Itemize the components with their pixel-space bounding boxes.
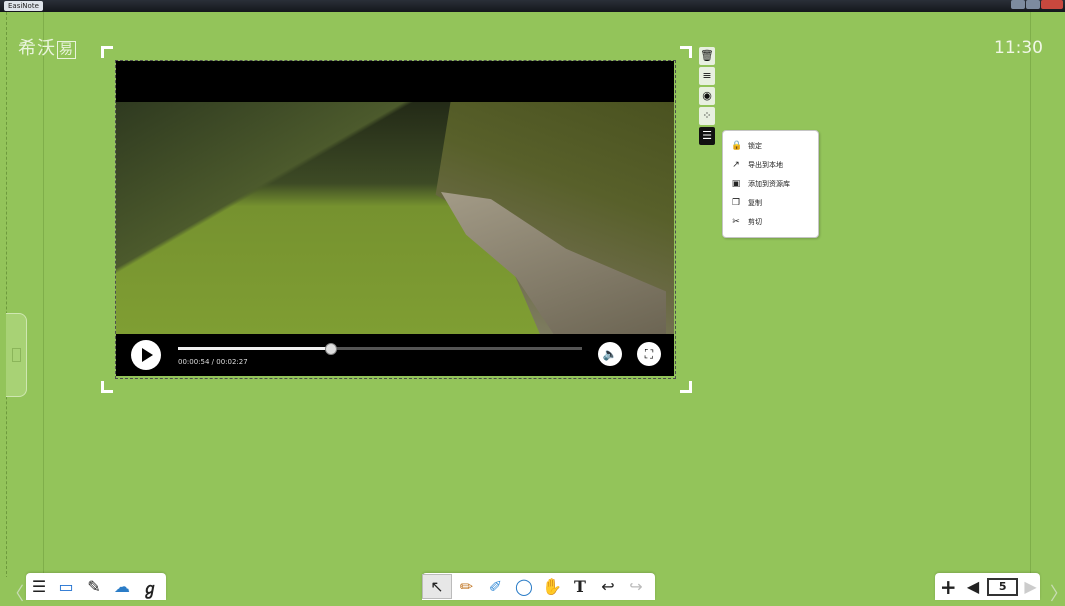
- next-page-edge-arrow[interactable]: 〉: [1050, 580, 1065, 606]
- text-tool-icon[interactable]: T: [566, 577, 594, 596]
- menu-item-copy[interactable]: ❐ 复制: [731, 194, 815, 212]
- minimize-button[interactable]: [1011, 0, 1025, 9]
- tools-icon[interactable]: ✎: [80, 577, 108, 596]
- seek-thumb[interactable]: [324, 343, 337, 355]
- seek-progress: [178, 347, 331, 350]
- seek-bar[interactable]: [178, 343, 582, 355]
- effects-icon[interactable]: ⁘: [699, 107, 715, 125]
- speaker-icon: 🔈: [602, 347, 618, 361]
- logo-text: 希沃: [18, 38, 56, 59]
- copy-icon: ❐: [731, 198, 741, 208]
- screen-icon[interactable]: ▭: [52, 577, 80, 596]
- logo-badge: 易: [57, 41, 76, 59]
- menu-item-label: 锁定: [748, 142, 762, 150]
- menu-item-cut[interactable]: ✂ 剪切: [731, 213, 815, 231]
- toolbar-right: + ◀ 5 ▶: [935, 573, 1040, 600]
- export-icon: ↗: [732, 160, 740, 170]
- clock: 11:30: [994, 38, 1043, 58]
- select-arrow-icon[interactable]: ↖: [422, 574, 452, 599]
- menu-icon[interactable]: ☰: [26, 577, 52, 596]
- fullscreen-button[interactable]: ⛶: [637, 342, 661, 366]
- brand-logo: 希沃易: [18, 34, 76, 60]
- context-menu: 🔒 锁定 ↗ 导出到本地 ▣ 添加到资源库 ❐ 复制 ✂ 剪切: [722, 130, 819, 238]
- side-panel-handle[interactable]: [6, 313, 27, 397]
- lock-icon: 🔒: [731, 141, 743, 151]
- trash-icon[interactable]: 🗑: [699, 47, 715, 65]
- menu-item-export[interactable]: ↗ 导出到本地: [731, 156, 815, 174]
- prev-page-edge-arrow[interactable]: 〈: [6, 580, 24, 606]
- menu-item-label: 添加到资源库: [748, 180, 790, 188]
- resize-handle-bottom-right[interactable]: [680, 381, 692, 393]
- cloud-icon[interactable]: ☁: [108, 577, 136, 596]
- menu-item-label: 剪切: [748, 218, 762, 226]
- grip-icon: [12, 348, 21, 362]
- close-button[interactable]: [1041, 0, 1063, 9]
- video-frame: [116, 102, 674, 334]
- video-player[interactable]: 00:00:54 / 00:02:27 🔈 ⛶: [116, 61, 674, 376]
- resize-handle-bottom-left[interactable]: [101, 381, 113, 393]
- page-indicator[interactable]: 5: [987, 577, 1018, 596]
- redo-icon[interactable]: ↪: [622, 577, 650, 596]
- align-icon[interactable]: ≡: [699, 67, 715, 85]
- camera-icon[interactable]: ◉: [699, 87, 715, 105]
- menu-item-lock[interactable]: 🔒 锁定: [731, 137, 815, 155]
- maximize-button[interactable]: [1026, 0, 1040, 9]
- resize-handle-top-right[interactable]: [680, 46, 692, 58]
- toolbar-left: ☰ ▭ ✎ ☁ ℊ: [26, 573, 166, 600]
- volume-button[interactable]: 🔈: [598, 342, 622, 366]
- time-display: 00:00:54 / 00:02:27: [178, 358, 248, 366]
- add-page-icon[interactable]: +: [935, 575, 962, 599]
- object-toolbar: 🗑 ≡ ◉ ⁘ ☰: [699, 47, 715, 147]
- pencil-icon[interactable]: ✏: [452, 577, 481, 596]
- shape-circle-icon[interactable]: ◯: [510, 577, 538, 596]
- pen-style-icon[interactable]: ℊ: [136, 575, 164, 599]
- menu-icon[interactable]: ☰: [699, 127, 715, 145]
- fullscreen-icon: ⛶: [644, 347, 654, 361]
- next-page-icon[interactable]: ▶: [1021, 577, 1040, 596]
- resize-handle-top-left[interactable]: [101, 46, 113, 58]
- library-icon: ▣: [731, 179, 741, 189]
- divider-left: [43, 12, 44, 577]
- window-titlebar: EasiNote: [0, 0, 1065, 12]
- divider-right: [1030, 12, 1031, 577]
- hand-icon[interactable]: ✋: [538, 577, 566, 596]
- menu-item-label: 导出到本地: [748, 161, 783, 169]
- app-name: EasiNote: [4, 1, 43, 11]
- undo-icon[interactable]: ↩: [594, 577, 622, 596]
- eraser-icon[interactable]: ✐: [481, 577, 510, 596]
- prev-page-icon[interactable]: ◀: [962, 577, 985, 596]
- play-button[interactable]: [131, 340, 161, 370]
- menu-item-label: 复制: [748, 199, 762, 207]
- menu-item-add-library[interactable]: ▣ 添加到资源库: [731, 175, 815, 193]
- left-border: [0, 12, 7, 604]
- window-controls: [1011, 0, 1063, 9]
- scissors-icon: ✂: [732, 217, 740, 227]
- toolbar-center: ↖ ✏ ✐ ◯ ✋ T ↩ ↪: [422, 573, 655, 600]
- video-controls: 00:00:54 / 00:02:27 🔈 ⛶: [116, 334, 674, 376]
